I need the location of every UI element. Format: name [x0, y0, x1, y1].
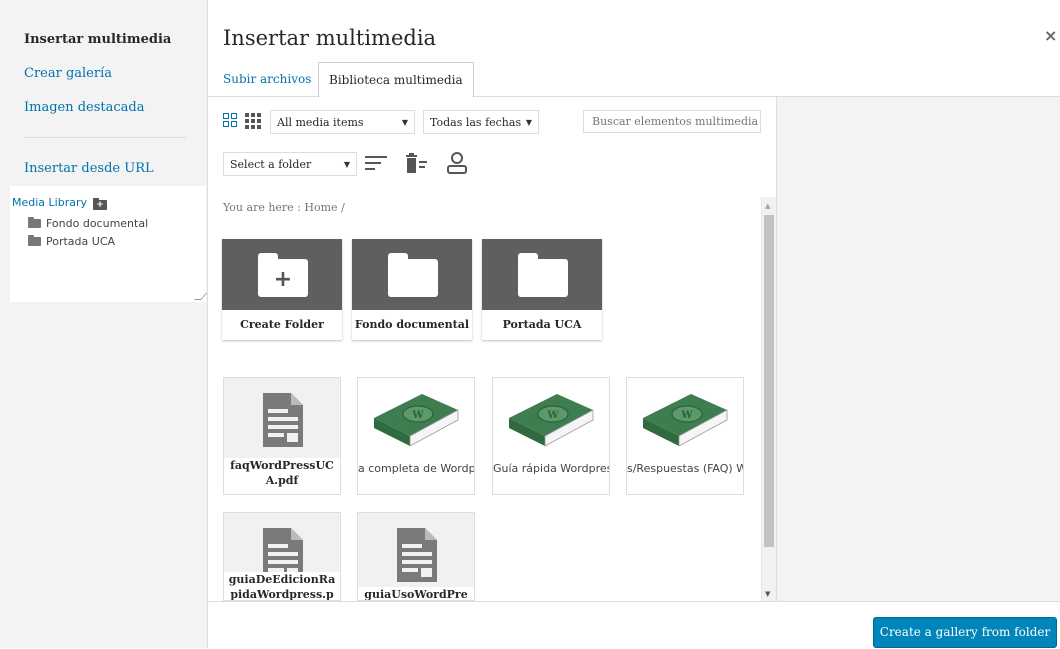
attachment-item[interactable]: W s/Respuestas (FAQ) W — [626, 377, 744, 495]
folder-tile — [482, 239, 602, 310]
modal-title: Insertar multimedia — [223, 26, 437, 50]
attachment-details-pane — [776, 97, 1060, 601]
menu-insert-media[interactable]: Insertar multimedia — [24, 32, 171, 47]
scroll-up-icon[interactable]: ▲ — [765, 202, 770, 210]
book-icon: W — [509, 394, 594, 447]
attachment-filename: guiaUsoWordPre — [358, 587, 474, 600]
breadcrumb: You are here : Home / — [223, 201, 345, 214]
media-type-select[interactable]: All media items ▼ — [270, 110, 415, 134]
attachment-title: s/Respuestas (FAQ) W — [627, 462, 743, 475]
svg-text:W: W — [680, 410, 693, 421]
user-filter-icon[interactable] — [445, 151, 469, 175]
folder-label: Portada UCA — [502, 318, 582, 331]
attachment-title: a completa de Wordp — [358, 462, 474, 475]
folder-tile — [352, 239, 472, 310]
folder-label: Create Folder — [240, 318, 324, 331]
book-icon: W — [643, 394, 728, 447]
chevron-down-icon: ▼ — [525, 118, 532, 127]
tree-folder-label[interactable]: Fondo documental — [46, 217, 148, 230]
chevron-down-icon: ▼ — [343, 160, 350, 169]
menu-featured-image[interactable]: Imagen destacada — [24, 100, 145, 115]
attachment-item[interactable]: W a completa de Wordp — [357, 377, 475, 495]
document-icon — [263, 393, 303, 447]
date-select[interactable]: Todas las fechas ▼ — [423, 110, 539, 134]
list-view-icon[interactable] — [245, 113, 263, 129]
close-icon[interactable]: × — [1044, 26, 1057, 45]
tab-media-library[interactable]: Biblioteca multimedia — [318, 62, 474, 98]
attachment-filename: faqWordPressUC A.pdf — [224, 458, 340, 494]
tree-root-label[interactable]: Media Library — [12, 196, 87, 209]
grid-view-icon[interactable] — [223, 113, 239, 129]
media-router-sidebar: Insertar multimedia Crear galería Imagen… — [0, 0, 208, 648]
svg-text:W: W — [411, 410, 424, 421]
scrollbar-thumb[interactable] — [764, 215, 774, 547]
attachment-item[interactable]: faqWordPressUC A.pdf — [223, 377, 341, 495]
tree-root[interactable]: Media Library + — [12, 196, 107, 210]
book-icon: W — [374, 394, 459, 447]
attachment-filename: guiaDeEdicionRa pidaWordpress.p — [224, 572, 340, 600]
scrollbar[interactable]: ▲ ▼ — [761, 197, 776, 601]
scroll-down-icon[interactable]: ▼ — [765, 590, 770, 598]
add-folder-icon[interactable]: + — [93, 198, 107, 210]
folder-icon — [28, 217, 41, 228]
chevron-down-icon: ▼ — [401, 118, 408, 127]
folder-tile: + — [222, 239, 342, 310]
folder-icon — [388, 253, 438, 297]
attachment-title: Guía rápida Wordpres — [493, 462, 609, 475]
folder-tree: Media Library + Fondo documental Portada … — [10, 186, 207, 302]
attachment-item[interactable]: W Guía rápida Wordpres — [492, 377, 610, 495]
menu-create-gallery[interactable]: Crear galería — [24, 66, 112, 81]
document-icon — [397, 528, 437, 582]
folder-plus-icon: + — [258, 253, 308, 297]
date-value: Todas las fechas — [430, 116, 522, 129]
folder-select-value: Select a folder — [230, 158, 312, 171]
resize-grip-icon[interactable] — [194, 293, 207, 300]
folder-icon — [518, 253, 568, 297]
breadcrumb-home[interactable]: Home — [304, 201, 337, 214]
folder-card-portada-uca[interactable]: Portada UCA — [482, 239, 602, 340]
svg-text:W: W — [546, 410, 559, 421]
create-folder-card[interactable]: + Create Folder — [222, 239, 342, 340]
folder-card-fondo-documental[interactable]: Fondo documental — [352, 239, 472, 340]
media-type-value: All media items — [277, 116, 364, 129]
bulk-delete-icon[interactable] — [405, 152, 429, 174]
breadcrumb-prefix: You are here : — [223, 201, 301, 214]
folder-label: Fondo documental — [354, 318, 470, 331]
tree-folder-portada-uca[interactable]: Portada UCA — [28, 235, 115, 248]
folder-select[interactable]: Select a folder ▼ — [223, 152, 357, 176]
menu-insert-from-url[interactable]: Insertar desde URL — [24, 161, 154, 176]
attachment-item[interactable]: guiaUsoWordPre — [357, 512, 475, 601]
search-input[interactable]: Buscar elementos multimedia — [583, 110, 761, 133]
menu-separator — [24, 137, 186, 138]
tree-folder-fondo-documental[interactable]: Fondo documental — [28, 217, 148, 230]
attachment-item[interactable]: guiaDeEdicionRa pidaWordpress.p — [223, 512, 341, 601]
tree-folder-label[interactable]: Portada UCA — [46, 235, 115, 248]
folder-icon — [28, 235, 41, 246]
sort-icon[interactable] — [365, 156, 387, 172]
breadcrumb-separator: / — [341, 201, 345, 214]
tab-upload-files[interactable]: Subir archivos — [223, 62, 311, 96]
create-gallery-from-folder-button[interactable]: Create a gallery from folder — [873, 617, 1057, 648]
